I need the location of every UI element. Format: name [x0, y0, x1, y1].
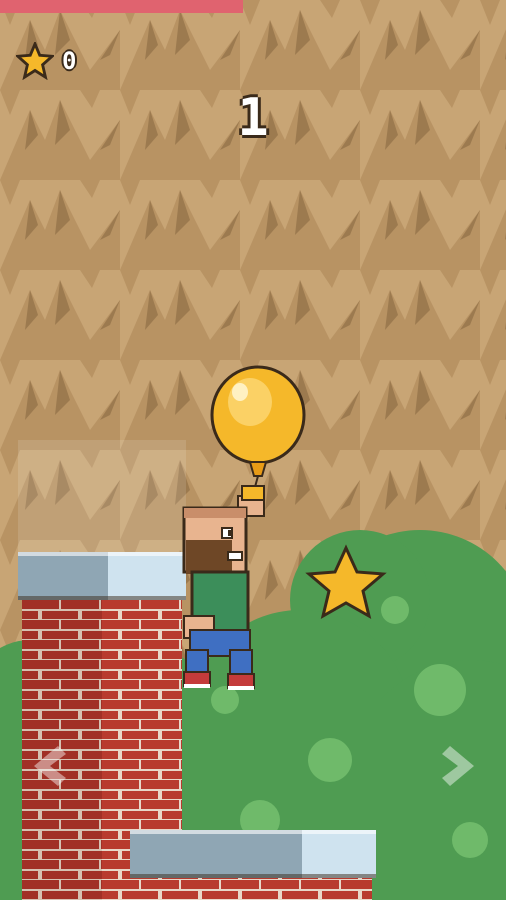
game-viewport[interactable]: 0 1 [0, 0, 506, 900]
star-count: 0 [62, 47, 77, 75]
level-progress-bar [0, 0, 243, 13]
bottom-chimney [130, 830, 376, 900]
score-counter: 1 [237, 88, 269, 148]
chevron-left-icon[interactable] [24, 740, 76, 792]
star-icon [16, 42, 54, 80]
chevron-right-icon[interactable] [432, 740, 484, 792]
